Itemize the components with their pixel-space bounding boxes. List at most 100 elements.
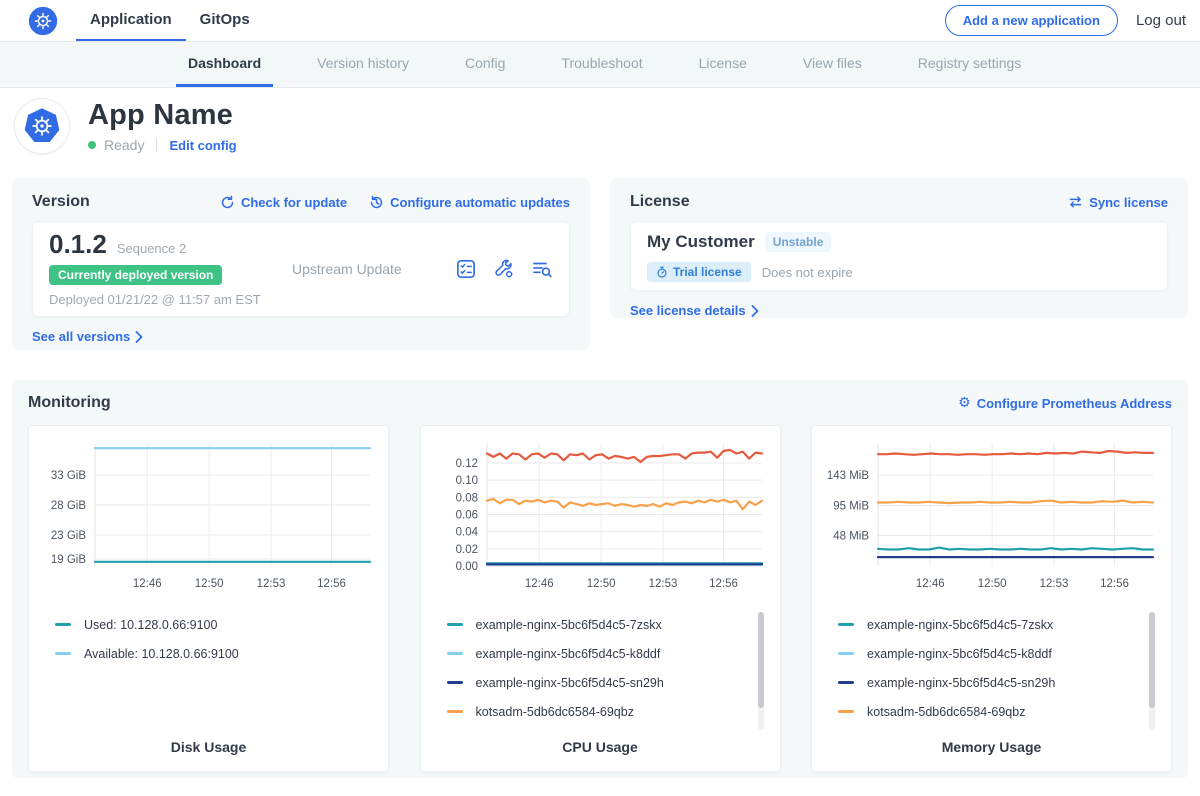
cpu-usage-legend: example-nginx-5bc6f5d4c5-7zskx example-ng… bbox=[433, 610, 768, 726]
legend-label: kotsadm-5db6dc6584-69qbz bbox=[476, 705, 634, 719]
topnav-tabs: ApplicationGitOps bbox=[76, 0, 264, 41]
legend-swatch bbox=[838, 710, 854, 713]
subnav-tab-version-history[interactable]: Version history bbox=[305, 42, 421, 87]
page-title: App Name bbox=[88, 99, 237, 132]
memory-usage-chart: 143 MiB95 MiB48 MiB12:4612:5012:5312:56 bbox=[824, 436, 1159, 594]
topnav-tab-application[interactable]: Application bbox=[76, 0, 186, 41]
svg-text:12:53: 12:53 bbox=[648, 578, 677, 590]
see-license-details-label: See license details bbox=[630, 303, 746, 318]
svg-text:19 GiB: 19 GiB bbox=[51, 554, 86, 566]
subnav-tab-config[interactable]: Config bbox=[453, 42, 517, 87]
legend-label: example-nginx-5bc6f5d4c5-k8ddf bbox=[867, 647, 1052, 661]
legend-scrollbar-thumb[interactable] bbox=[1149, 612, 1155, 708]
license-detail-row: My Customer Unstable Trial license Does … bbox=[630, 221, 1168, 291]
legend-label: Used: 10.128.0.66:9100 bbox=[84, 618, 217, 632]
legend-swatch bbox=[838, 652, 854, 655]
svg-text:0.12: 0.12 bbox=[455, 458, 477, 470]
legend-label: kotsadm-5db6dc6584-69qbz bbox=[867, 705, 1025, 719]
disk-usage-chart: 33 GiB28 GiB23 GiB19 GiB12:4612:5012:531… bbox=[41, 436, 376, 594]
legend-swatch bbox=[55, 623, 71, 626]
app-subnav: Dashboard Version history Config Troublesho… bbox=[0, 42, 1200, 88]
sync-license-link[interactable]: Sync license bbox=[1068, 195, 1168, 210]
version-card: Version Check for update Configure au bbox=[12, 178, 590, 350]
see-all-versions-link[interactable]: See all versions bbox=[32, 329, 143, 344]
svg-text:0.00: 0.00 bbox=[455, 561, 477, 573]
clock-history-icon bbox=[369, 195, 384, 210]
monitoring-card: Monitoring ⚙ Configure Prometheus Addres… bbox=[12, 380, 1188, 778]
svg-text:0.02: 0.02 bbox=[455, 544, 477, 556]
brand-logo[interactable] bbox=[28, 0, 58, 41]
current-version-row: 0.1.2 Sequence 2 Currently deployed vers… bbox=[32, 221, 570, 317]
legend-item-example-nginx-5bc6f5d4c5-7zskx: example-nginx-5bc6f5d4c5-7zskx bbox=[838, 610, 1139, 639]
chart-panel-memory-usage: 143 MiB95 MiB48 MiB12:4612:5012:5312:56 … bbox=[811, 425, 1172, 772]
configure-automatic-updates-label: Configure automatic updates bbox=[390, 195, 570, 210]
svg-text:12:46: 12:46 bbox=[524, 578, 553, 590]
cpu-usage-chart-title: CPU Usage bbox=[433, 739, 768, 759]
legend-label: example-nginx-5bc6f5d4c5-sn29h bbox=[867, 676, 1055, 690]
configure-automatic-updates-link[interactable]: Configure automatic updates bbox=[369, 195, 570, 210]
legend-label: example-nginx-5bc6f5d4c5-7zskx bbox=[476, 618, 662, 632]
stopwatch-icon bbox=[656, 266, 668, 278]
svg-text:12:50: 12:50 bbox=[586, 578, 615, 590]
legend-item-example-nginx-5bc6f5d4c5-sn29h: example-nginx-5bc6f5d4c5-sn29h bbox=[838, 668, 1139, 697]
dashboard-content: Version Check for update Configure au bbox=[0, 170, 1200, 796]
svg-text:12:46: 12:46 bbox=[916, 578, 945, 590]
memory-usage-legend: example-nginx-5bc6f5d4c5-7zskx example-ng… bbox=[824, 610, 1159, 726]
gear-icon: ⚙ bbox=[958, 396, 971, 410]
subnav-tab-view-files[interactable]: View files bbox=[791, 42, 874, 87]
legend-item-used-10-128-0-66-9100: Used: 10.128.0.66:9100 bbox=[55, 610, 356, 639]
sync-arrows-icon bbox=[1068, 195, 1083, 209]
svg-text:48 MiB: 48 MiB bbox=[833, 531, 869, 543]
subnav-tab-license[interactable]: License bbox=[687, 42, 759, 87]
legend-swatch bbox=[447, 710, 463, 713]
kubernetes-app-icon bbox=[22, 106, 62, 146]
svg-text:23 GiB: 23 GiB bbox=[51, 530, 86, 542]
svg-text:12:46: 12:46 bbox=[133, 578, 162, 590]
edit-config-icon[interactable] bbox=[493, 258, 515, 280]
check-for-update-label: Check for update bbox=[241, 195, 347, 210]
subnav-tab-registry-settings[interactable]: Registry settings bbox=[906, 42, 1033, 87]
svg-text:0.04: 0.04 bbox=[455, 527, 478, 539]
top-navbar: ApplicationGitOps Add a new application … bbox=[0, 0, 1200, 42]
edit-config-link[interactable]: Edit config bbox=[169, 138, 236, 153]
chart-panels: 33 GiB 28 GiB 23 GiB 19 GiB 12:46 12:50 12:53 1… bbox=[28, 425, 1172, 772]
version-card-title: Version bbox=[32, 193, 90, 211]
status-dot bbox=[88, 141, 96, 149]
svg-text:143 MiB: 143 MiB bbox=[827, 470, 870, 482]
license-type-badge: Trial license bbox=[647, 262, 751, 282]
svg-text:33 GiB: 33 GiB bbox=[51, 470, 86, 482]
monitoring-title: Monitoring bbox=[28, 394, 111, 412]
legend-item-example-nginx-5bc6f5d4c5-sn29h: example-nginx-5bc6f5d4c5-sn29h bbox=[447, 668, 748, 697]
legend-scrollbar-thumb[interactable] bbox=[758, 612, 764, 708]
svg-text:12:50: 12:50 bbox=[195, 578, 224, 590]
currently-deployed-badge: Currently deployed version bbox=[49, 265, 222, 285]
svg-text:12:53: 12:53 bbox=[257, 578, 286, 590]
customer-name: My Customer bbox=[647, 232, 755, 252]
legend-swatch bbox=[447, 623, 463, 626]
check-for-update-link[interactable]: Check for update bbox=[220, 195, 347, 210]
legend-item-example-nginx-5bc6f5d4c5-7zskx: example-nginx-5bc6f5d4c5-7zskx bbox=[447, 610, 748, 639]
chart-panel-cpu-usage: 0.12 0.10 0.08 0.06 0.04 0.02 0.00 12:46 12:50 12… bbox=[420, 425, 781, 772]
chart-panel-disk-usage: 33 GiB28 GiB23 GiB19 GiB12:4612:5012:531… bbox=[28, 425, 389, 772]
legend-label: Available: 10.128.0.66:9100 bbox=[84, 647, 239, 661]
subnav-tab-troubleshoot[interactable]: Troubleshoot bbox=[549, 42, 654, 87]
add-new-application-button[interactable]: Add a new application bbox=[945, 5, 1118, 36]
memory-usage-chart-title: Memory Usage bbox=[824, 739, 1159, 759]
preflight-checks-icon[interactable] bbox=[455, 258, 477, 280]
svg-text:0.08: 0.08 bbox=[455, 492, 477, 504]
sequence-label: Sequence 2 bbox=[117, 241, 186, 256]
svg-text:0.06: 0.06 bbox=[455, 509, 477, 521]
subnav-tab-dashboard[interactable]: Dashboard bbox=[176, 42, 273, 87]
configure-prometheus-link[interactable]: ⚙ Configure Prometheus Address bbox=[958, 396, 1172, 411]
svg-text:28 GiB: 28 GiB bbox=[51, 500, 86, 512]
license-type-label: Trial license bbox=[673, 265, 742, 279]
deploy-logs-icon[interactable] bbox=[531, 258, 553, 280]
disk-usage-plot: 33 GiB28 GiB23 GiB19 GiB12:4612:5012:531… bbox=[41, 436, 378, 592]
svg-text:12:50: 12:50 bbox=[978, 578, 1007, 590]
legend-item-kotsadm-5db6dc6584-69qbz: kotsadm-5db6dc6584-69qbz bbox=[838, 697, 1139, 726]
svg-text:0.10: 0.10 bbox=[455, 475, 477, 487]
logout-link[interactable]: Log out bbox=[1136, 12, 1186, 29]
kubernetes-logo-icon bbox=[28, 6, 58, 36]
topnav-tab-gitops[interactable]: GitOps bbox=[186, 0, 264, 41]
see-license-details-link[interactable]: See license details bbox=[630, 303, 759, 318]
